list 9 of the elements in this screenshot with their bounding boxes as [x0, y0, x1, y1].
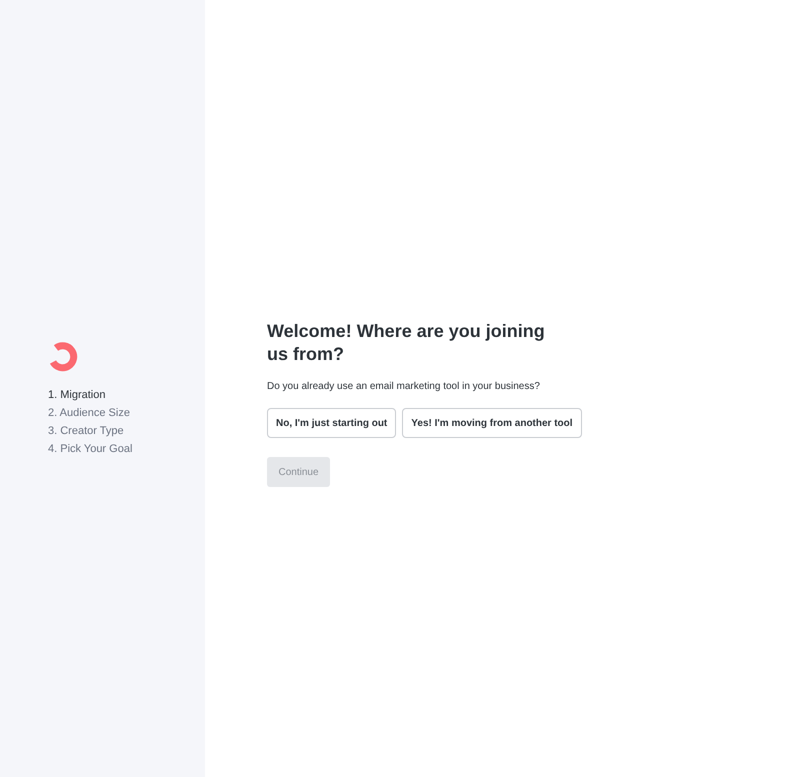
step-item[interactable]: 3. Creator Type — [48, 424, 205, 438]
option-button[interactable]: Yes! I'm moving from another tool — [402, 408, 582, 438]
question-text: Do you already use an email marketing tool in your business? — [267, 380, 541, 394]
step-item[interactable]: 2. Audience Size — [48, 406, 205, 420]
logo-icon — [48, 342, 78, 372]
page-title: Welcome! Where are you joining us from? — [267, 320, 546, 366]
step-item[interactable]: 4. Pick Your Goal — [48, 442, 205, 456]
option-button[interactable]: No, I'm just starting out — [267, 408, 396, 438]
step-item[interactable]: 1. Migration — [48, 388, 205, 402]
